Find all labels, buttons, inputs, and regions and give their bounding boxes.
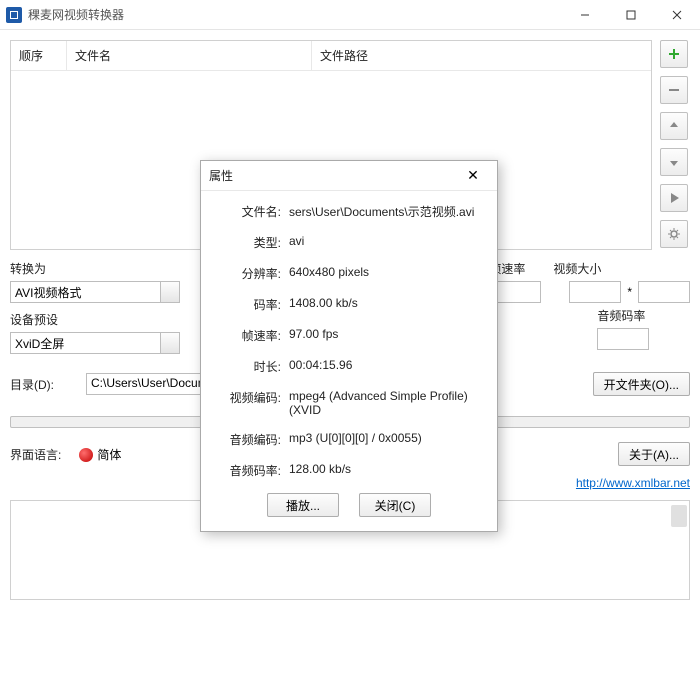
directory-value: C:\Users\User\Docum bbox=[91, 376, 208, 390]
file-list-header: 顺序 文件名 文件路径 bbox=[11, 41, 651, 71]
prop-aenc-value: mp3 (U[0][0][0] / 0x0055) bbox=[289, 431, 485, 445]
remove-button[interactable] bbox=[660, 76, 688, 104]
col-order[interactable]: 顺序 bbox=[11, 41, 67, 70]
audio-bitrate-input[interactable] bbox=[597, 328, 649, 350]
label-ui-language: 界面语言: bbox=[10, 446, 61, 463]
dialog-play-label: 播放... bbox=[286, 497, 320, 514]
prop-res-key: 分辨率: bbox=[213, 265, 281, 282]
move-up-button[interactable] bbox=[660, 112, 688, 140]
radio-selected-icon bbox=[79, 448, 93, 462]
close-button[interactable] bbox=[654, 0, 700, 30]
prop-filename-key: 文件名: bbox=[213, 203, 281, 220]
prop-aenc-key: 音频编码: bbox=[213, 431, 281, 448]
lang-zh-radio[interactable]: 简体 bbox=[79, 446, 121, 463]
preset-select[interactable]: XviD全屏 bbox=[10, 332, 180, 354]
prop-venc-value: mpeg4 (Advanced Simple Profile) (XVID bbox=[289, 389, 485, 417]
label-device-preset: 设备预设 bbox=[10, 311, 190, 328]
dialog-close-label: 关闭(C) bbox=[375, 497, 416, 514]
prop-type-value: avi bbox=[289, 234, 485, 248]
sidebar-toolbar bbox=[660, 40, 690, 250]
prop-duration-value: 00:04:15.96 bbox=[289, 358, 485, 372]
prop-bitrate-value: 1408.00 kb/s bbox=[289, 296, 485, 310]
homepage-link[interactable]: http://www.xmlbar.net bbox=[576, 476, 690, 490]
label-video-size: 视频大小 bbox=[553, 260, 601, 277]
format-value: AVI视频格式 bbox=[15, 284, 81, 301]
times-label: * bbox=[627, 285, 632, 299]
label-directory: 目录(D): bbox=[10, 376, 78, 393]
maximize-button[interactable] bbox=[608, 0, 654, 30]
titlebar: 稞麦网视频转换器 bbox=[0, 0, 700, 30]
prop-fps-key: 帧速率: bbox=[213, 327, 281, 344]
app-icon bbox=[6, 7, 22, 23]
format-select[interactable]: AVI视频格式 bbox=[10, 281, 180, 303]
dialog-title: 属性 bbox=[209, 167, 457, 184]
dialog-close-icon[interactable]: ✕ bbox=[457, 167, 489, 184]
label-audio-bitrate: 音频码率 bbox=[597, 307, 645, 324]
preset-value: XviD全屏 bbox=[15, 335, 64, 352]
prop-type-key: 类型: bbox=[213, 234, 281, 251]
prop-abitrate-value: 128.00 kb/s bbox=[289, 462, 485, 476]
prop-duration-key: 时长: bbox=[213, 358, 281, 375]
about-button[interactable]: 关于(A)... bbox=[618, 442, 690, 466]
prop-abitrate-key: 音频码率: bbox=[213, 462, 281, 479]
play-button[interactable] bbox=[660, 184, 688, 212]
video-width-input[interactable] bbox=[569, 281, 621, 303]
about-label: 关于(A)... bbox=[629, 446, 679, 463]
prop-fps-value: 97.00 fps bbox=[289, 327, 485, 341]
dialog-play-button[interactable]: 播放... bbox=[267, 493, 339, 517]
prop-venc-key: 视频编码: bbox=[213, 389, 281, 406]
window-title: 稞麦网视频转换器 bbox=[28, 6, 124, 23]
label-convert-to: 转换为 bbox=[10, 260, 190, 277]
dialog-close-button[interactable]: 关闭(C) bbox=[359, 493, 431, 517]
open-folder-button[interactable]: 开文件夹(O)... bbox=[593, 372, 690, 396]
settings-button[interactable] bbox=[660, 220, 688, 248]
dialog-titlebar[interactable]: 属性 ✕ bbox=[201, 161, 497, 191]
prop-filename-value[interactable]: sers\User\Documents\示范视频.avi bbox=[289, 205, 474, 219]
col-name[interactable]: 文件名 bbox=[67, 41, 312, 70]
prop-res-value: 640x480 pixels bbox=[289, 265, 485, 279]
scrollbar-thumb[interactable] bbox=[671, 505, 687, 527]
prop-bitrate-key: 码率: bbox=[213, 296, 281, 313]
add-button[interactable] bbox=[660, 40, 688, 68]
properties-dialog: 属性 ✕ 文件名: sers\User\Documents\示范视频.avi 类型… bbox=[200, 160, 498, 532]
output-params: 帧速率 视频大小 * 音频码率 bbox=[489, 260, 690, 350]
minimize-button[interactable] bbox=[562, 0, 608, 30]
col-path[interactable]: 文件路径 bbox=[312, 41, 651, 70]
open-folder-label: 开文件夹(O)... bbox=[604, 376, 679, 393]
video-height-input[interactable] bbox=[638, 281, 690, 303]
move-down-button[interactable] bbox=[660, 148, 688, 176]
lang-zh-label: 简体 bbox=[97, 448, 121, 462]
